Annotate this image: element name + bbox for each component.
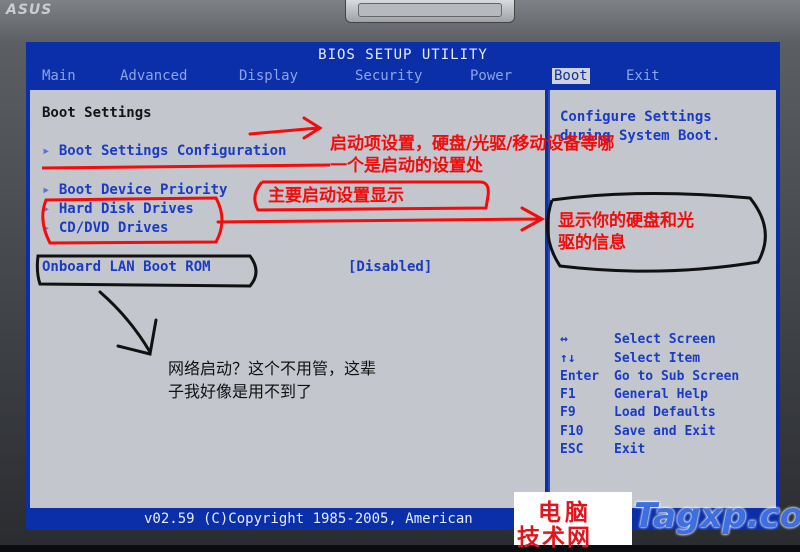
black-outline-stroke (35, 254, 258, 288)
watermark-cn-box: 电脑 技术网 (514, 492, 632, 551)
annotation-boot-config-line1: 启动项设置，硬盘/光驱/移动设备等哪 (330, 134, 615, 154)
annotation-drives-line1: 显示你的硬盘和光 (558, 211, 694, 232)
red-outline-stroke (41, 196, 224, 245)
annotation-lan-line2: 子我好像是用不到了 (168, 382, 313, 401)
watermark-cn-line2: 技术网 (517, 525, 592, 551)
watermark-site: Tagxp.com (634, 496, 800, 536)
annotation-strokes (35, 116, 767, 356)
annotation-boot-config-line2: 一个是启动的设置处 (330, 156, 483, 176)
annotation-drives-line2: 驱的信息 (558, 233, 626, 254)
black-arrow-icon (98, 290, 158, 356)
red-underline-stroke (41, 163, 331, 170)
annotation-priority-note: 主要启动设置显示 (268, 186, 404, 207)
red-arrow-icon (248, 116, 323, 140)
site-watermark: 电脑 技术网 Tagxp.com (514, 492, 800, 551)
annotation-lan-line1: 网络启动？这个不用管，这辈 (168, 359, 377, 378)
